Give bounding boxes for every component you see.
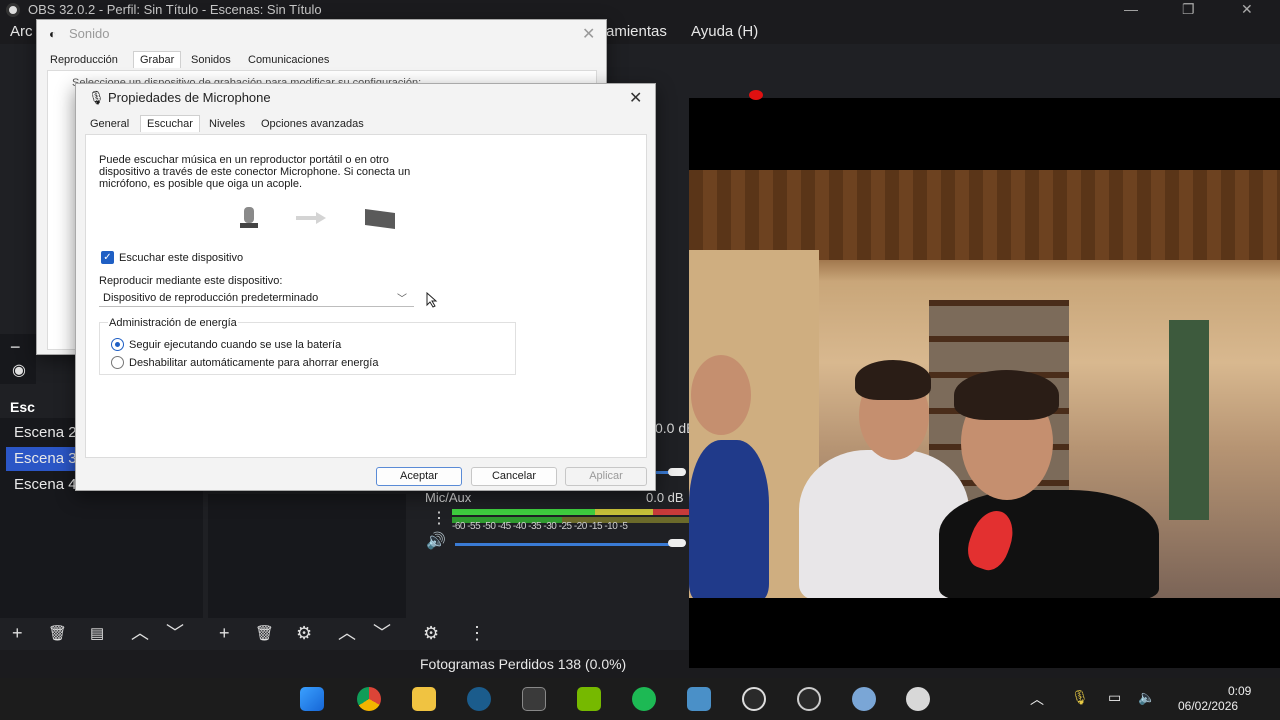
gear-icon[interactable]: ⚙ [296,624,312,642]
mixer-menu-icon[interactable]: ⋮ [468,624,486,642]
power-group-title: Administración de energía [108,317,238,329]
power-group: Administración de energía Seguir ejecuta… [99,317,516,375]
network-icon[interactable]: ▭ [1108,689,1121,706]
menu-help[interactable]: Ayuda (H) [691,23,758,40]
radio-disable-auto[interactable] [111,356,124,369]
dropped-frames: Fotogramas Perdidos 138 (0.0%) [420,656,627,672]
tab-listen[interactable]: Escuchar [140,115,200,132]
hair [954,370,1059,420]
maximize-icon[interactable]: ❐ [1182,1,1195,18]
obs-logo-icon [6,3,20,17]
speaker-icon: ◐ [49,27,57,41]
tab-levels[interactable]: Niveles [209,118,245,130]
chrome-icon[interactable] [357,687,381,711]
window-title: OBS 32.0.2 - Perfil: Sin Título - Escena… [28,2,322,17]
tab-communications[interactable]: Comunicaciones [248,54,329,66]
file-explorer-icon[interactable] [412,687,436,711]
radio-keep-running[interactable] [111,338,124,351]
ceiling [689,170,1280,260]
ok-button[interactable]: Aceptar [376,467,462,486]
radio-disable-auto-label: Deshabilitar automáticamente para ahorra… [129,357,379,369]
game-icon[interactable] [522,687,546,711]
tab-record[interactable]: Grabar [133,51,182,68]
rec-indicator-icon [749,90,763,100]
radio-keep-running-label: Seguir ejecutando cuando se use la bater… [129,339,342,351]
taskbar: ︿ 🎙 ▭ 🔈 0:09 06/02/2026 [0,678,1280,720]
head [691,355,751,435]
microphone-icon[interactable]: 🎙 [1071,689,1089,706]
listen-description: Puede escuchar música en un reproductor … [99,154,411,190]
track-menu-icon[interactable]: ⋮ [431,510,447,528]
door [1169,320,1209,520]
volume-icon[interactable]: 🔈 [1138,689,1155,706]
meter-yellow [595,509,653,515]
camera-icon[interactable]: ◉ [12,362,26,380]
sound-settings-icon[interactable] [906,687,930,711]
clock-date[interactable]: 06/02/2026 [1178,699,1238,713]
menu-tools[interactable]: amientas [606,23,667,40]
meter-green [452,509,595,515]
filter-icon[interactable]: ▤ [90,625,104,643]
dialog-title: Propiedades de Microphone [108,90,271,105]
speaker-icon[interactable]: 🔊 [426,533,446,551]
close-icon[interactable]: ✕ [1241,1,1253,18]
meter-scale: -60 -55 -50 -45 -40 -35 -30 -25 -20 -15 … [452,521,628,532]
windows-start-icon[interactable] [300,687,324,711]
arrow-right-icon [296,212,326,224]
nvidia-icon[interactable] [577,687,601,711]
add-source-icon[interactable]: + [219,624,230,642]
volume-knob[interactable] [668,539,686,547]
calculator-icon[interactable] [687,687,711,711]
obs-titlebar: OBS 32.0.2 - Perfil: Sin Título - Escena… [0,0,1280,20]
settings-gear-icon[interactable] [852,687,876,711]
listen-pane: Puede escuchar música en un reproductor … [85,134,647,458]
person-left [689,440,769,598]
sources-list [208,494,406,618]
volume-slider[interactable] [455,543,670,546]
hair [855,360,931,400]
speaker-device-icon [365,209,395,229]
mixer-track-name: Mic/Aux [425,490,472,505]
mic-properties-dialog: 🎙 Propiedades de Microphone ✕ General Es… [75,83,656,491]
advanced-audio-icon[interactable]: ⚙ [423,624,439,642]
webcam-feed-image [689,170,1280,598]
move-up-icon[interactable]: ︿ [338,624,356,642]
move-down-icon[interactable]: ﹀ [166,624,184,642]
tab-general[interactable]: General [90,118,129,130]
apply-button[interactable]: Aplicar [565,467,647,486]
playback-device-select[interactable]: Dispositivo de reproducción predetermina… [99,289,414,307]
meter-red [653,509,689,515]
chevron-down-icon: ﹀ [397,294,407,305]
trash-icon[interactable]: 🗑 [48,625,67,643]
trash-icon[interactable]: 🗑 [255,625,274,643]
spotify-icon[interactable] [632,687,656,711]
volume-knob[interactable] [668,468,686,476]
sources-toolbar: − ◉ [0,334,36,384]
clock-time[interactable]: 0:09 [1228,684,1251,698]
cancel-button[interactable]: Cancelar [471,467,557,486]
move-down-icon[interactable]: ﹀ [373,624,391,642]
tab-advanced[interactable]: Opciones avanzadas [261,118,364,130]
move-up-icon[interactable]: ︿ [131,624,149,642]
scenes-dock-title: Esc [10,399,35,415]
minimize-icon[interactable]: — [1124,1,1138,17]
playback-label: Reproducir mediante este dispositivo: [99,275,283,287]
listen-checkbox-label: Escuchar este dispositivo [119,252,244,264]
obs-taskbar-icon[interactable] [742,687,766,711]
tab-playback[interactable]: Reproducción [50,54,118,66]
mixer-track-db: 0.0 dB [646,490,684,505]
close-icon[interactable]: ✕ [629,88,642,108]
capture-icon[interactable] [797,687,821,711]
mouse-cursor-icon [426,292,438,308]
menu-file[interactable]: Arc [10,23,33,40]
sound-dialog-title: Sonido [69,26,110,41]
minus-icon[interactable]: − [10,338,21,356]
steam-icon[interactable] [467,687,491,711]
add-scene-icon[interactable]: + [12,624,23,642]
tab-sounds[interactable]: Sonidos [191,54,231,66]
chevron-up-icon[interactable]: ︿ [1030,689,1044,709]
listen-checkbox[interactable]: ✓ [101,251,114,264]
close-icon[interactable]: ✕ [582,24,595,44]
microphone-icon: 🎙 [88,90,105,105]
